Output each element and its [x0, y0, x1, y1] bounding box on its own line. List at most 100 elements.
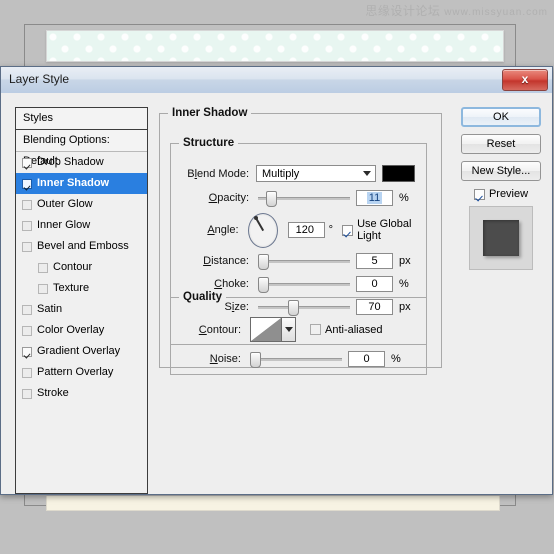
choke-unit: %: [399, 278, 409, 290]
canvas-pattern: [47, 31, 503, 61]
choke-label: Choke:: [214, 278, 249, 290]
angle-value: 120: [295, 224, 314, 236]
distance-unit: px: [399, 255, 411, 267]
inner-shadow-group: Inner Shadow Structure Blend Mode: Multi…: [159, 107, 442, 375]
style-item-label: Pattern Overlay: [37, 366, 114, 378]
style-item-checkbox-icon[interactable]: [22, 178, 32, 189]
noise-slider-thumb[interactable]: [250, 352, 261, 368]
angle-unit: °: [328, 224, 334, 236]
layer-style-dialog: Layer Style x Styles Blending Options: D…: [0, 66, 553, 495]
styles-panel: Styles Blending Options: Default Drop Sh…: [15, 107, 148, 494]
style-item-label: Stroke: [37, 387, 69, 399]
style-item-checkbox-icon[interactable]: [22, 304, 32, 315]
style-item-gradient-overlay[interactable]: Gradient Overlay: [16, 341, 147, 362]
choke-value: 0: [371, 278, 378, 290]
blend-mode-select[interactable]: Multiply: [256, 165, 376, 182]
choke-slider[interactable]: [258, 276, 350, 293]
style-item-checkbox-icon[interactable]: [22, 367, 32, 378]
choke-input[interactable]: 0: [356, 276, 393, 292]
style-item-label: Bevel and Emboss: [37, 240, 129, 252]
ok-button[interactable]: OK: [461, 107, 541, 127]
noise-unit: %: [391, 353, 401, 365]
dialog-actions: OK Reset New Style... Preview: [461, 107, 541, 270]
noise-value: 0: [363, 353, 370, 365]
new-style-label: New Style...: [471, 165, 531, 177]
use-global-light-label: Use Global Light: [357, 218, 412, 242]
dialog-titlebar[interactable]: Layer Style x: [1, 67, 552, 94]
distance-value: 5: [371, 255, 378, 267]
chevron-down-icon: [359, 166, 375, 181]
watermark: 思缘设计论坛 www.missyuan.com: [365, 2, 548, 19]
choke-slider-track: [258, 283, 350, 286]
style-item-stroke[interactable]: Stroke: [16, 383, 147, 404]
new-style-button[interactable]: New Style...: [461, 161, 541, 181]
opacity-input[interactable]: 11: [356, 190, 393, 206]
opacity-slider-thumb[interactable]: [266, 191, 277, 207]
style-item-checkbox-icon[interactable]: [22, 199, 32, 210]
close-button[interactable]: x: [502, 69, 548, 91]
style-item-contour[interactable]: Contour: [16, 257, 147, 278]
reset-button[interactable]: Reset: [461, 134, 541, 154]
style-item-pattern-overlay[interactable]: Pattern Overlay: [16, 362, 147, 383]
distance-label: Distance:: [203, 255, 249, 267]
anti-aliased-check-icon: [310, 324, 321, 335]
style-item-label: Texture: [53, 282, 90, 294]
preview-check-icon: [473, 188, 485, 200]
noise-label: Noise:: [209, 353, 241, 365]
preview-thumbnail: [469, 206, 533, 270]
quality-group: Quality Contour: Anti-aliased Noise: 0 %: [170, 291, 427, 375]
styles-header: Styles: [16, 108, 147, 130]
contour-dropdown-button[interactable]: [282, 317, 296, 342]
style-item-checkbox-icon[interactable]: [38, 262, 48, 273]
style-item-checkbox-icon[interactable]: [22, 325, 32, 336]
angle-dial[interactable]: [247, 212, 278, 248]
preview-shape: [483, 220, 519, 256]
style-item-label: Color Overlay: [37, 324, 105, 336]
quality-group-title: Quality: [183, 291, 222, 303]
noise-input[interactable]: 0: [348, 351, 385, 367]
opacity-unit: %: [399, 192, 409, 204]
style-item-checkbox-icon[interactable]: [22, 388, 32, 399]
close-icon: x: [521, 72, 529, 86]
anti-aliased-label: Anti-aliased: [325, 323, 383, 336]
contour-curve-icon: [251, 318, 281, 341]
noise-slider[interactable]: [250, 351, 342, 368]
contour-label: Contour:: [198, 323, 241, 336]
blend-mode-label: Blend Mode:: [187, 167, 249, 180]
style-item-texture[interactable]: Texture: [16, 278, 147, 299]
blend-mode-value: Multiply: [262, 167, 300, 180]
shadow-color-swatch[interactable]: [382, 165, 415, 182]
style-item-inner-shadow[interactable]: Inner Shadow: [16, 173, 147, 194]
style-item-checkbox-icon[interactable]: [22, 220, 32, 231]
style-item-outer-glow[interactable]: Outer Glow: [16, 194, 147, 215]
style-item-bevel-and-emboss[interactable]: Bevel and Emboss: [16, 236, 147, 257]
distance-slider-thumb[interactable]: [258, 254, 269, 270]
style-item-satin[interactable]: Satin: [16, 299, 147, 320]
dialog-title: Layer Style: [9, 72, 70, 86]
opacity-value: 11: [366, 192, 383, 204]
style-item-label: Gradient Overlay: [37, 345, 121, 357]
style-item-inner-glow[interactable]: Inner Glow: [16, 215, 147, 236]
blending-options-item[interactable]: Blending Options: Default: [16, 130, 147, 167]
contour-preview[interactable]: [250, 317, 282, 342]
style-item-checkbox-icon[interactable]: [22, 157, 32, 168]
style-item-color-overlay[interactable]: Color Overlay: [16, 320, 147, 341]
style-item-checkbox-icon[interactable]: [38, 283, 48, 294]
use-global-light-checkbox[interactable]: Use Global Light: [342, 218, 424, 242]
opacity-slider[interactable]: [258, 190, 350, 207]
photoshop-canvas-bottom: [46, 496, 500, 511]
distance-slider[interactable]: [258, 253, 350, 270]
angle-dial-knob: [253, 215, 258, 220]
opacity-label: Opacity:: [208, 192, 249, 204]
style-item-label: Inner Shadow: [37, 177, 110, 189]
styles-list: Drop Shadow Inner Shadow Outer Glow Inner G…: [16, 152, 147, 404]
anti-aliased-checkbox[interactable]: Anti-aliased: [310, 324, 382, 336]
style-item-label: Inner Glow: [37, 219, 91, 231]
angle-dial-hand: [254, 218, 264, 232]
style-item-checkbox-icon[interactable]: [22, 346, 32, 357]
angle-input[interactable]: 120: [287, 222, 325, 238]
angle-label: Angle:: [207, 224, 239, 236]
style-item-checkbox-icon[interactable]: [22, 241, 32, 252]
preview-checkbox[interactable]: Preview: [461, 188, 541, 200]
distance-input[interactable]: 5: [356, 253, 393, 269]
